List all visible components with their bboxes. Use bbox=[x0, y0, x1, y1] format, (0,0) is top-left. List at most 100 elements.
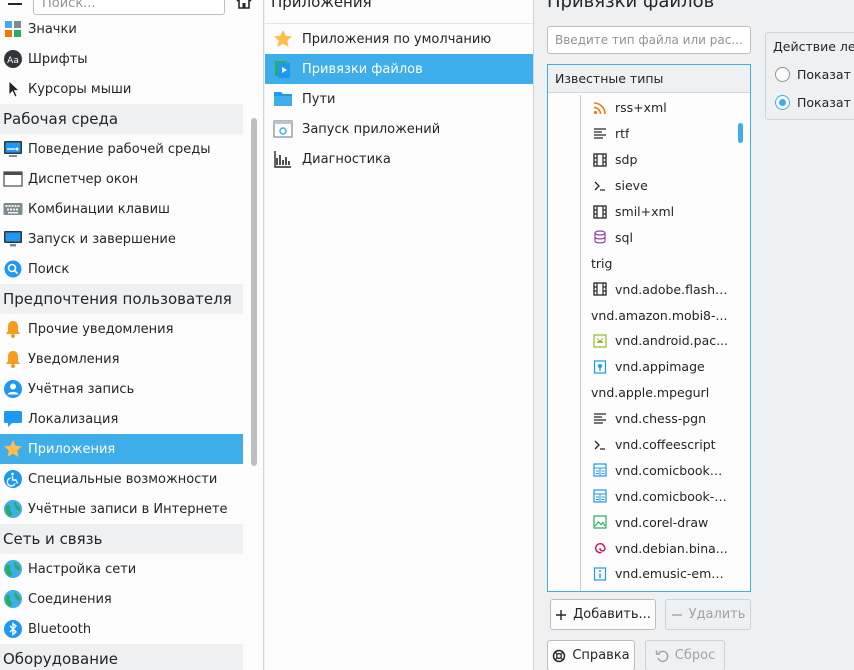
file-type-filter-input[interactable] bbox=[547, 26, 751, 54]
radio-option-show-dialog[interactable]: Показат bbox=[775, 95, 851, 110]
radio-option-show-file[interactable]: Показат bbox=[775, 67, 851, 82]
sidebar-item[interactable]: Поиск bbox=[0, 254, 243, 284]
home-icon[interactable] bbox=[236, 0, 252, 9]
file-type-label: vnd.debian.bina... bbox=[615, 540, 728, 556]
sidebar-item-label: Диспетчер окон bbox=[28, 171, 139, 187]
file-type-item[interactable]: vnd.chess-pgn bbox=[548, 406, 730, 432]
radio-button-2[interactable] bbox=[775, 95, 790, 110]
file-type-item[interactable]: rtf bbox=[548, 121, 730, 147]
category-item[interactable]: Запуск приложений bbox=[265, 114, 533, 144]
category-list: Приложения по умолчанию Привязки файлов Пу… bbox=[265, 23, 533, 174]
database-icon bbox=[593, 230, 607, 244]
category-item[interactable]: Привязки файлов bbox=[265, 54, 533, 84]
page-title: Привязки файлов bbox=[547, 0, 715, 12]
file-type-item[interactable]: vnd.emusic-emu... bbox=[548, 561, 730, 587]
category-item[interactable]: Диагностика bbox=[265, 144, 533, 174]
bluetooth-icon bbox=[3, 619, 23, 639]
reset-button[interactable]: Сброс bbox=[645, 640, 725, 670]
debian-icon bbox=[593, 541, 607, 555]
sidebar-section-header: Оборудование bbox=[0, 644, 243, 670]
file-type-item[interactable]: trig bbox=[548, 250, 730, 276]
sidebar-section-header: Предпочтения пользователя bbox=[0, 284, 243, 314]
sidebar-item[interactable]: Локализация bbox=[0, 404, 243, 434]
keyboard-icon bbox=[3, 199, 23, 219]
sidebar-item[interactable]: Учётная запись bbox=[0, 374, 243, 404]
file-type-label: vnd.adobe.flash.... bbox=[615, 281, 730, 297]
sidebar-item[interactable]: Диспетчер окон bbox=[0, 164, 243, 194]
category-item[interactable]: Пути bbox=[265, 84, 533, 114]
globe-icon bbox=[3, 589, 23, 609]
star-icon bbox=[3, 439, 23, 459]
left-click-action-title: Действие лев bbox=[773, 39, 854, 54]
file-type-label: vnd.amazon.mobi8-... bbox=[591, 307, 728, 323]
sidebar-item[interactable]: Прочие уведомления bbox=[0, 314, 243, 344]
archive-icon bbox=[593, 567, 607, 581]
sidebar-item[interactable]: Соединения bbox=[0, 584, 243, 614]
hamburger-menu-icon[interactable] bbox=[8, 0, 22, 5]
sidebar-section-header: Сеть и связь bbox=[0, 524, 243, 554]
category-item[interactable]: Приложения по умолчанию bbox=[265, 24, 533, 54]
folder-icon bbox=[273, 89, 293, 109]
add-button[interactable]: Добавить... bbox=[550, 599, 656, 630]
cursor-icon bbox=[3, 79, 23, 99]
file-type-item[interactable]: sdp bbox=[548, 147, 730, 173]
sidebar-item-label: Учётная запись bbox=[28, 381, 135, 397]
file-type-item[interactable]: vnd.adobe.flash.... bbox=[548, 276, 730, 302]
sidebar-item[interactable]: Настройка сети bbox=[0, 554, 243, 584]
terminal-icon bbox=[593, 179, 607, 193]
file-type-item[interactable]: rss+xml bbox=[548, 95, 730, 121]
file-type-item[interactable]: vnd.comicbook+... bbox=[548, 457, 730, 483]
sidebar-item[interactable]: Комбинации клавиш bbox=[0, 194, 243, 224]
sidebar-item[interactable]: Уведомления bbox=[0, 344, 243, 374]
file-type-item[interactable]: sql bbox=[548, 224, 730, 250]
file-associations-page: Привязки файлов Известные типы rss+xml rt… bbox=[535, 0, 854, 670]
film-icon bbox=[593, 204, 607, 219]
file-type-item[interactable]: vnd.corel-draw bbox=[548, 509, 730, 535]
undo-icon bbox=[655, 649, 669, 663]
sidebar-item-label: Настройка сети bbox=[28, 561, 137, 577]
file-type-label: rtf bbox=[615, 126, 630, 142]
search-input[interactable] bbox=[33, 0, 225, 15]
known-types-scrollbar[interactable] bbox=[738, 123, 743, 143]
file-type-item[interactable]: vnd.comicbook-r... bbox=[548, 483, 730, 509]
sidebar-item[interactable]: Запуск и завершение bbox=[0, 224, 243, 254]
sidebar-item[interactable]: Курсоры мыши bbox=[0, 74, 243, 104]
known-types-tree[interactable]: Известные типы rss+xml rtf sdp sieve smil+xm… bbox=[547, 64, 751, 592]
known-types-header: Известные типы bbox=[548, 65, 750, 93]
svg-text:Aa: Aa bbox=[7, 56, 19, 66]
file-type-item[interactable]: vnd.debian.bina... bbox=[548, 535, 730, 561]
radio-button-1[interactable] bbox=[775, 67, 790, 82]
sidebar-item[interactable]: Значки bbox=[0, 14, 243, 44]
film-icon bbox=[593, 153, 607, 167]
remove-button[interactable]: Удалить bbox=[665, 599, 751, 630]
terminal-icon bbox=[593, 438, 607, 452]
file-type-item[interactable]: smil+xml bbox=[548, 199, 730, 225]
sidebar-item[interactable]: Bluetooth bbox=[0, 614, 243, 644]
comicbook-icon bbox=[593, 463, 607, 478]
plus-icon bbox=[555, 609, 567, 621]
file-type-label: vnd.chess-pgn bbox=[615, 411, 707, 427]
file-type-item[interactable]: vnd.apple.mpegurl bbox=[548, 380, 730, 406]
desktop-behavior-icon bbox=[3, 139, 23, 159]
font-icon: Aa bbox=[3, 49, 23, 69]
help-button[interactable]: Справка bbox=[547, 640, 635, 670]
sidebar-scrollbar[interactable] bbox=[251, 118, 257, 466]
sidebar-item-label: Курсоры мыши bbox=[28, 81, 132, 97]
file-type-item[interactable]: vnd.amazon.mobi8-... bbox=[548, 302, 730, 328]
sidebar-item[interactable]: Учётные записи в Интернете bbox=[0, 494, 243, 524]
file-type-item[interactable]: vnd.appimage bbox=[548, 354, 730, 380]
file-type-label: sieve bbox=[615, 178, 648, 194]
file-type-item[interactable]: vnd.android.pac... bbox=[548, 328, 730, 354]
file-type-item[interactable]: vnd.coffeescript bbox=[548, 432, 730, 458]
sidebar-item[interactable]: Поведение рабочей среды bbox=[0, 134, 243, 164]
sidebar-item-label: Локализация bbox=[28, 411, 119, 427]
sidebar-item[interactable]: Aa Шрифты bbox=[0, 44, 243, 74]
file-type-item[interactable] bbox=[548, 587, 730, 591]
sidebar-item[interactable]: Приложения bbox=[0, 434, 243, 464]
category-item-label: Диагностика bbox=[302, 151, 391, 167]
appimage-icon bbox=[593, 360, 607, 374]
file-type-item[interactable]: sieve bbox=[548, 173, 730, 199]
sidebar-item[interactable]: Специальные возможности bbox=[0, 464, 243, 494]
minus-icon bbox=[671, 609, 683, 621]
reset-button-label: Сброс bbox=[674, 648, 716, 663]
